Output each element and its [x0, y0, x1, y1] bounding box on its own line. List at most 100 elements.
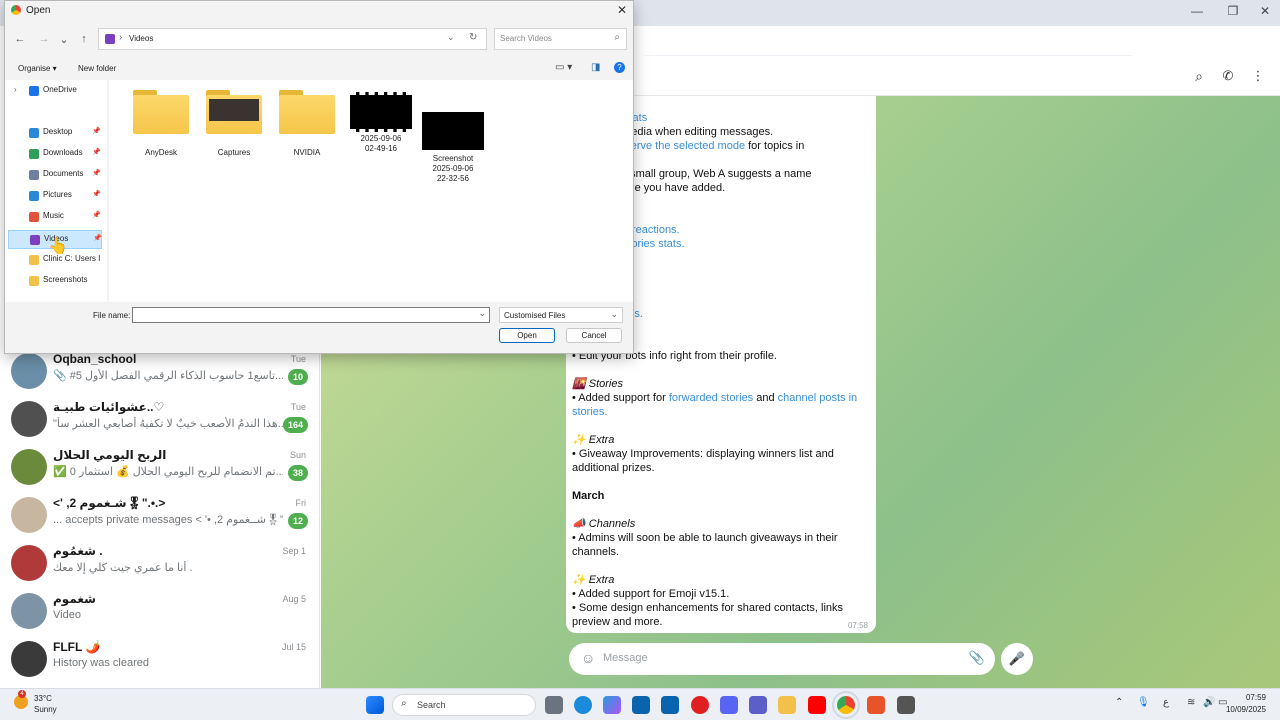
- task-view-icon[interactable]: [545, 696, 563, 714]
- phone-icon[interactable]: ✆: [1218, 66, 1238, 86]
- nav-item-label: Downloads: [43, 148, 83, 157]
- file-explorer-icon[interactable]: [778, 696, 796, 714]
- chat-list-item[interactable]: <' ,شـغموم 2🎖".•.> ... accepts private me…: [0, 491, 319, 539]
- edge-icon[interactable]: [574, 696, 592, 714]
- search-icon[interactable]: ⌕: [614, 32, 620, 43]
- file-type-value: Customised Files: [504, 311, 566, 320]
- file-item[interactable]: Captures: [198, 90, 270, 158]
- close-icon[interactable]: ✕: [617, 3, 627, 17]
- nav-item-pictures[interactable]: Pictures 📌: [8, 187, 102, 206]
- message-link[interactable]: forwarded stories: [669, 392, 753, 404]
- youtube-icon[interactable]: [808, 696, 826, 714]
- command-bar: Organise ▾ New folder ▭ ▾ ◨ ?: [5, 59, 633, 79]
- file-type-select[interactable]: Customised Files ⌄: [499, 307, 623, 323]
- message-text-line: ✨ Extra: [572, 434, 615, 446]
- nav-item-label: Screenshots: [43, 275, 88, 284]
- message-composer[interactable]: ☺ Message 📎: [569, 643, 995, 675]
- file-name-input[interactable]: ⌄: [132, 307, 490, 323]
- navigation-pane: › OneDrive Desktop 📌 Downloads 📌 Documents 📌 Pic…: [5, 80, 107, 302]
- nav-item-documents[interactable]: Documents 📌: [8, 166, 102, 185]
- folder-icon: [29, 191, 39, 201]
- message-text-line: • Admins will soon be able to launch giv…: [572, 532, 838, 544]
- pin-icon: 📌: [92, 212, 101, 219]
- maximize-button[interactable]: ❐: [1218, 4, 1248, 22]
- chevron-up-icon[interactable]: ⌃: [1115, 697, 1123, 708]
- nav-item-onedrive[interactable]: › OneDrive: [8, 82, 102, 101]
- chrome-taskbar-icon[interactable]: [832, 691, 860, 719]
- file-item[interactable]: NVIDIA: [271, 90, 343, 158]
- nav-item-downloads[interactable]: Downloads 📌: [8, 145, 102, 164]
- clock-date: 10/09/2025: [1225, 705, 1266, 714]
- chat-list-item[interactable]: شغموم Video Aug 5: [0, 587, 319, 635]
- help-icon[interactable]: ?: [614, 62, 625, 73]
- file-label: Screenshot 2025-09-06 22-32-56: [432, 154, 474, 183]
- view-options-icon[interactable]: ▭ ▾: [555, 62, 572, 73]
- nav-item-screenshots[interactable]: Screenshots: [8, 272, 102, 291]
- chat-list-item[interactable]: FLFL 🌶️ History was cleared Jul 15: [0, 635, 319, 683]
- chevron-down-icon[interactable]: ⌄: [447, 32, 455, 43]
- file-item[interactable]: Screenshot 2025-09-06 22-32-56: [417, 90, 489, 184]
- message-text-line: additional prizes.: [572, 462, 655, 474]
- message-text-line: • Added support for Emoji v15.1.: [572, 588, 730, 600]
- chevron-right-icon[interactable]: ›: [14, 85, 17, 94]
- recent-locations-icon[interactable]: ⌄: [57, 33, 71, 46]
- organise-menu[interactable]: Organise ▾: [18, 64, 57, 73]
- attach-icon[interactable]: 📎: [969, 650, 985, 666]
- app-icon[interactable]: [867, 696, 885, 714]
- chat-name: عشوائيات طبيـة..♡: [53, 400, 165, 414]
- more-icon[interactable]: ⋮: [1248, 66, 1268, 86]
- outlook-icon[interactable]: [632, 696, 650, 714]
- pin-icon: 📌: [92, 191, 101, 198]
- preview-pane-icon[interactable]: ◨: [591, 62, 600, 73]
- file-item[interactable]: AnyDesk: [125, 90, 197, 158]
- breadcrumb[interactable]: Videos: [129, 34, 153, 43]
- refresh-icon[interactable]: ↻: [469, 32, 477, 43]
- chat-time: Sep 1: [282, 546, 306, 556]
- chat-list-item[interactable]: Oqban_school 📎 #تاسع1 حاسوب الذكاء الرقمي…: [0, 347, 319, 395]
- discord-icon[interactable]: [720, 696, 738, 714]
- folder-icon: [29, 276, 39, 286]
- unread-badge: 10: [287, 369, 308, 385]
- minimize-button[interactable]: —: [1182, 4, 1212, 22]
- folder-icon: [29, 86, 39, 96]
- back-arrow-icon[interactable]: ←: [13, 33, 27, 45]
- message-link[interactable]: channel posts in: [778, 392, 858, 404]
- dialog-title: Open: [26, 5, 51, 16]
- chevron-down-icon[interactable]: ⌄: [478, 308, 486, 319]
- up-arrow-icon[interactable]: ↑: [77, 33, 91, 45]
- pin-icon: 📌: [92, 128, 101, 135]
- language-indicator[interactable]: ع: [1163, 697, 1169, 708]
- copilot-icon[interactable]: [603, 696, 621, 714]
- microphone-icon[interactable]: 🎙: [1137, 697, 1150, 708]
- chevron-down-icon: ⌄: [610, 309, 618, 319]
- image-thumbnail: [422, 112, 484, 150]
- taskbar-search[interactable]: ⌕ Search: [392, 694, 536, 716]
- emoji-icon[interactable]: ☺: [581, 650, 595, 666]
- chat-list-item[interactable]: عشوائيات طبيـة..♡ "هذا الندمُ الأصعب خيبٌ…: [0, 395, 319, 443]
- chat-list-item[interactable]: شغمُوم . أنا ما عمري جيت كلي إلا معك . Sep…: [0, 539, 319, 587]
- nav-item-music[interactable]: Music 📌: [8, 208, 102, 227]
- outlook-new-icon[interactable]: [661, 696, 679, 714]
- opera-icon[interactable]: [691, 696, 709, 714]
- forward-arrow-icon[interactable]: →: [37, 33, 51, 45]
- new-folder-button[interactable]: New folder: [78, 64, 116, 73]
- chat-list-item[interactable]: الربح اليومي الحلال ✅ تم الانضمام للربح ا…: [0, 443, 319, 491]
- weather-widget[interactable]: 4 33°C Sunny: [14, 690, 57, 715]
- open-button[interactable]: Open: [499, 328, 555, 343]
- start-button[interactable]: [366, 696, 384, 714]
- search-icon[interactable]: ⌕: [1189, 66, 1209, 86]
- nav-item-desktop[interactable]: Desktop 📌: [8, 124, 102, 143]
- avatar: [11, 353, 47, 389]
- volume-icon[interactable]: 🔊: [1203, 697, 1215, 708]
- avatar: [11, 641, 47, 677]
- file-item[interactable]: 2025-09-06 02-49-16: [345, 90, 417, 154]
- wifi-icon[interactable]: ≋: [1187, 697, 1195, 708]
- microphone-button[interactable]: 🎤: [1001, 643, 1033, 675]
- teams-icon[interactable]: [749, 696, 767, 714]
- cancel-button[interactable]: Cancel: [566, 328, 622, 343]
- clock[interactable]: 07:59 10/09/2025: [1226, 692, 1266, 716]
- settings-icon[interactable]: [897, 696, 915, 714]
- search-input[interactable]: Search Videos ⌕: [494, 28, 627, 50]
- address-path-bar[interactable]: › Videos ⌄ ↻: [98, 28, 487, 50]
- close-window-button[interactable]: ✕: [1250, 4, 1280, 22]
